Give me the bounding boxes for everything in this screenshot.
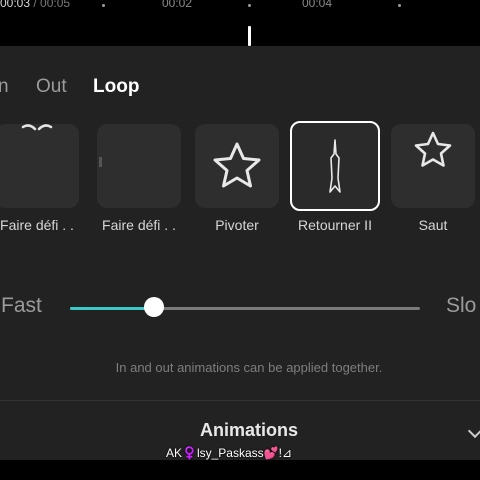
fast-label: Fast [1, 294, 42, 317]
preset-thumbnail [391, 124, 475, 208]
tab-out[interactable]: Out [36, 76, 67, 98]
preset-list: Faire défi . . Faire défi . . Pivoter Re… [0, 121, 480, 234]
star-icon [213, 142, 261, 188]
total-time: 00:05 [40, 0, 71, 10]
hint-text: In and out animations can be applied tog… [115, 360, 383, 375]
bottom-bar [0, 460, 480, 480]
current-time: 00:03 [0, 0, 31, 10]
preset-thumbnail [290, 121, 380, 211]
preset-item[interactable]: Faire défi . . [94, 124, 184, 233]
timeline-tick: 00:02 [162, 0, 193, 10]
timeline-dot [398, 4, 401, 7]
preset-label: Faire défi . . [0, 217, 74, 233]
divider [0, 400, 480, 401]
preset-thumbnail [97, 124, 181, 208]
timeline[interactable]: 00:03 / 00:05 00:02 00:04 [0, 0, 480, 46]
tab-loop[interactable]: Loop [93, 76, 139, 98]
preset-label: Saut [418, 217, 448, 233]
preset-item-selected[interactable]: Retourner II [290, 121, 380, 233]
star-icon [414, 131, 452, 167]
flip-icon [329, 139, 341, 193]
speed-slider-handle[interactable] [144, 297, 164, 317]
playhead[interactable] [248, 26, 251, 46]
animation-panel: n Out Loop Faire défi . . Faire défi . . [0, 46, 480, 460]
tab-in[interactable]: n [0, 76, 9, 98]
time-readout: 00:03 / 00:05 [0, 0, 70, 10]
preset-thumbnail [195, 124, 279, 208]
timeline-dot [102, 4, 105, 7]
preset-label: Pivoter [215, 217, 259, 233]
time-separator: / [30, 0, 41, 10]
preset-item[interactable]: Faire défi . . [0, 124, 82, 233]
watermark: AK♀️‎lsy_Paskass💕!⊿ [166, 446, 292, 460]
timeline-tick: 00:04 [302, 0, 333, 10]
preset-label: Faire défi . . [102, 217, 176, 233]
scroll-icon [99, 157, 102, 167]
speed-slider-fill [70, 307, 154, 310]
preset-item[interactable]: Saut [388, 124, 478, 233]
panel-title: Animations [199, 420, 298, 440]
preset-thumbnail [0, 124, 79, 208]
timeline-dot [248, 4, 251, 7]
slow-label: Slo [446, 294, 477, 317]
preset-label: Retourner II [298, 217, 372, 233]
speed-slider[interactable] [70, 307, 420, 310]
speed-control: Fast Slo [0, 294, 480, 324]
preset-item[interactable]: Pivoter [192, 124, 282, 233]
scroll-icon [21, 124, 53, 131]
